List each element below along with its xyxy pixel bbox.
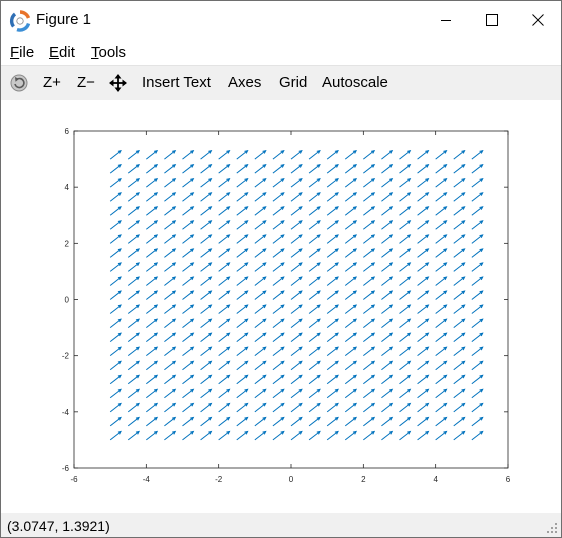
y-tick-label: 6	[65, 127, 70, 136]
y-tick-label: 4	[65, 183, 70, 192]
menu-file-rest: ile	[19, 44, 35, 61]
rotate-icon[interactable]	[9, 73, 29, 93]
menu-bar: File Edit Tools	[1, 39, 561, 65]
menu-edit-rest: dit	[59, 44, 75, 61]
y-tick-label: -6	[62, 464, 70, 473]
insert-text-button[interactable]: Insert Text	[142, 74, 211, 91]
x-tick-label: 4	[433, 475, 438, 484]
x-tick-label: -4	[143, 475, 151, 484]
title-bar[interactable]: Figure 1	[1, 1, 561, 39]
x-tick-label: 0	[289, 475, 294, 484]
menu-file[interactable]: File	[10, 44, 34, 61]
menu-tools[interactable]: Tools	[91, 44, 126, 61]
quiver-chart[interactable]: -6 -4 -2 0 2 4 6 -6 -4 -2 0 2 4 6	[1, 100, 561, 513]
plot-canvas[interactable]: -6 -4 -2 0 2 4 6 -6 -4 -2 0 2 4 6	[1, 100, 561, 513]
minimize-icon	[441, 20, 451, 21]
cursor-coordinates: (3.0747, 1.3921)	[7, 518, 110, 534]
toolbar: Z+ Z− Insert Text Axes Grid Autoscale	[1, 65, 561, 101]
close-icon	[532, 14, 544, 26]
menu-tools-rest: ools	[98, 44, 127, 61]
x-tick-label: -2	[215, 475, 223, 484]
x-tick-label: 2	[361, 475, 366, 484]
x-tick-label: -6	[70, 475, 78, 484]
y-tick-label: 0	[65, 296, 70, 305]
grid-button[interactable]: Grid	[279, 74, 307, 91]
octave-app-icon	[10, 10, 31, 32]
y-tick-label: 2	[65, 239, 70, 248]
menu-edit[interactable]: Edit	[49, 44, 75, 61]
pan-icon[interactable]	[109, 74, 127, 92]
minimize-button[interactable]	[423, 1, 469, 39]
zoom-in-button[interactable]: Z+	[43, 74, 61, 91]
resize-grip-icon[interactable]	[546, 522, 558, 534]
maximize-icon	[486, 14, 498, 26]
zoom-out-button[interactable]: Z−	[77, 74, 95, 91]
status-bar: (3.0747, 1.3921)	[1, 513, 561, 537]
y-tick-label: -4	[62, 408, 70, 417]
figure-window: Figure 1 File Edit Tools Z+ Z− Insert Te…	[0, 0, 562, 538]
window-title: Figure 1	[36, 11, 92, 28]
maximize-button[interactable]	[469, 1, 515, 39]
y-tick-label: -2	[62, 352, 70, 361]
axes-button[interactable]: Axes	[228, 74, 261, 91]
close-button[interactable]	[515, 1, 561, 39]
x-tick-label: 6	[506, 475, 511, 484]
autoscale-button[interactable]: Autoscale	[322, 74, 388, 91]
